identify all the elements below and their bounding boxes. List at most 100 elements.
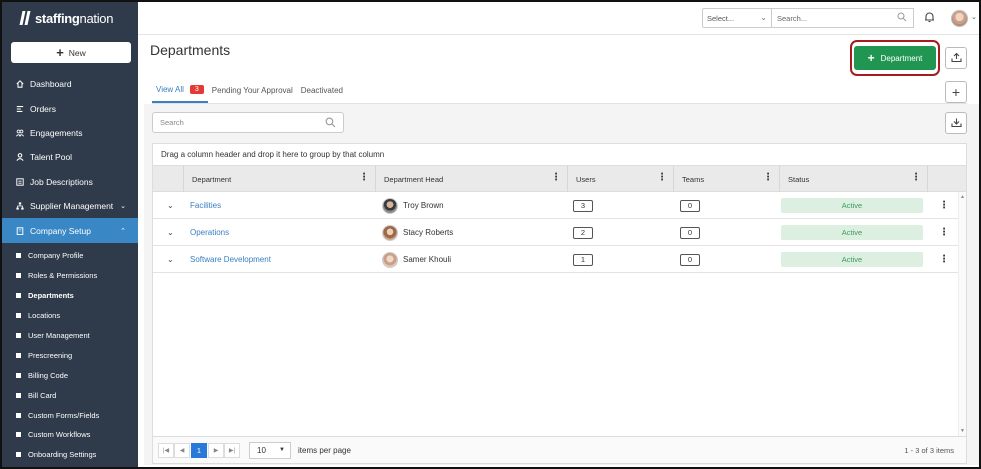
prev-page-button[interactable]: ◀ [174, 443, 190, 458]
column-header-status[interactable]: Status ⋮ [779, 166, 927, 192]
brand-logo[interactable]: staffingnation [19, 9, 114, 27]
department-link[interactable]: Operations [190, 219, 229, 246]
page-size-select[interactable]: 10 ▼ [249, 442, 291, 459]
app-window: staffingnation + New Dashboard Orders En… [0, 0, 981, 469]
chevron-down-icon[interactable]: ⌄ [971, 13, 977, 21]
sidebar-item-job-descriptions[interactable]: Job Descriptions [2, 170, 138, 194]
first-page-button[interactable]: |◀ [158, 443, 174, 458]
brand-name-light: nation [79, 10, 114, 26]
kebab-icon[interactable]: ⋮ [911, 173, 921, 183]
import-button[interactable] [945, 112, 967, 134]
scroll-up-icon[interactable]: ▲ [960, 194, 965, 200]
row-actions-kebab-icon[interactable]: ⋮ [939, 219, 949, 246]
user-avatar[interactable] [951, 10, 968, 27]
submenu-item-billing-code[interactable]: Billing Code [2, 365, 138, 385]
last-page-button[interactable]: ▶| [224, 443, 240, 458]
column-header-department[interactable]: Department ⋮ [183, 166, 375, 192]
sidebar-item-engagements[interactable]: Engagements [2, 121, 138, 145]
submenu-item-bill-card[interactable]: Bill Card [2, 385, 138, 405]
sidebar-item-label: Job Descriptions [30, 176, 93, 187]
submenu-item-label: Roles & Permissions [28, 271, 98, 281]
tab-label: View All [156, 85, 184, 94]
kebab-icon[interactable]: ⋮ [359, 173, 369, 183]
sidebar-item-supplier-management[interactable]: Supplier Management ⌄ [2, 194, 138, 218]
sidebar-item-talent-pool[interactable]: Talent Pool [2, 145, 138, 169]
avatar [382, 197, 398, 214]
chevron-up-icon: ⌃ [120, 227, 126, 235]
bullet-icon [16, 412, 21, 418]
kebab-icon[interactable]: ⋮ [551, 173, 561, 183]
submenu-item-prescreening[interactable]: Prescreening [2, 345, 138, 365]
page-number-button[interactable]: 1 [191, 443, 207, 458]
column-header-teams[interactable]: Teams ⋮ [673, 166, 779, 192]
submenu-item-user-management[interactable]: User Management [2, 326, 138, 346]
submenu-item-locations[interactable]: Locations [2, 306, 138, 326]
teams-cell: 0 [680, 192, 700, 219]
add-tab-button[interactable]: + [945, 81, 967, 103]
tab-view-all[interactable]: View All 3 [152, 78, 208, 103]
teams-count: 0 [680, 226, 700, 239]
table-row[interactable]: ⌄ Software Development Samer Khouli 1 0 … [153, 246, 958, 273]
table-row[interactable]: ⌄ Operations Stacy Roberts 2 0 Active ⋮ [153, 219, 958, 246]
expand-row-icon[interactable]: ⌄ [167, 192, 174, 219]
people-icon [16, 129, 24, 137]
export-button[interactable] [945, 47, 967, 69]
teams-count: 0 [680, 199, 700, 212]
submenu-item-label: User Management [28, 331, 90, 340]
users-count: 3 [573, 199, 593, 212]
department-link[interactable]: Facilities [190, 192, 221, 219]
sidebar-item-company-setup[interactable]: Company Setup ⌃ [2, 218, 138, 243]
building-icon [16, 226, 24, 235]
column-header-users[interactable]: Users ⋮ [567, 166, 673, 192]
bullet-icon [16, 352, 21, 358]
table-row[interactable]: ⌄ Facilities Troy Brown 3 0 Active ⋮ [153, 192, 958, 219]
grid-search-input[interactable]: Search [152, 112, 344, 133]
submenu-item-departments[interactable]: Departments [2, 286, 138, 306]
column-header-department-head[interactable]: Department Head ⋮ [375, 166, 567, 192]
submenu-item-company-profile[interactable]: Company Profile [2, 246, 138, 266]
global-search-input[interactable]: Search... [772, 8, 914, 28]
teams-cell: 0 [680, 246, 700, 273]
kebab-icon[interactable]: ⋮ [763, 173, 773, 183]
status-badge: Active [781, 198, 923, 213]
sidebar-item-dashboard[interactable]: Dashboard [2, 72, 138, 96]
submenu-item-custom-workflows[interactable]: Custom Workflows [2, 425, 138, 445]
vertical-scrollbar[interactable]: ▲ ▼ [958, 192, 966, 436]
add-department-label: Department [880, 53, 923, 63]
person-icon [16, 153, 24, 162]
submenu-item-custom-forms[interactable]: Custom Forms/Fields [2, 405, 138, 425]
plus-icon: + [56, 45, 64, 60]
teams-cell: 0 [680, 219, 700, 246]
sidebar-item-label: Company Setup [30, 225, 91, 236]
sidebar-item-orders[interactable]: Orders [2, 96, 138, 120]
add-department-button[interactable]: + Department [854, 46, 936, 70]
submenu-item-onboarding-settings[interactable]: Onboarding Settings [2, 445, 138, 465]
tab-pending-approval[interactable]: Pending Your Approval [208, 78, 297, 103]
row-actions-kebab-icon[interactable]: ⋮ [939, 192, 949, 219]
row-actions-kebab-icon[interactable]: ⋮ [939, 246, 949, 273]
pager: |◀ ◀ 1 ▶ ▶| 10 ▼ items per page 1 - 3 of… [153, 436, 966, 463]
next-page-button[interactable]: ▶ [208, 443, 224, 458]
expand-row-icon[interactable]: ⌄ [167, 246, 174, 273]
plus-icon: + [867, 51, 875, 65]
global-select[interactable]: Select... ⌄ [702, 8, 772, 28]
bullet-icon [16, 432, 21, 438]
status-cell: Active [781, 246, 923, 273]
group-drop-zone[interactable]: Drag a column header and drop it here to… [153, 144, 966, 166]
count-badge: 3 [189, 85, 204, 94]
department-link[interactable]: Software Development [190, 246, 271, 273]
users-cell: 3 [573, 192, 593, 219]
column-header-label: Department [192, 174, 232, 184]
expand-row-icon[interactable]: ⌄ [167, 219, 174, 246]
avatar [382, 251, 398, 268]
kebab-icon[interactable]: ⋮ [657, 173, 667, 183]
scroll-down-icon[interactable]: ▼ [960, 428, 965, 434]
bullet-icon [16, 253, 21, 259]
new-button[interactable]: + New [11, 42, 131, 63]
submenu-item-label: Company Profile [28, 251, 84, 261]
submenu-item-roles-permissions[interactable]: Roles & Permissions [2, 266, 138, 286]
chevron-down-icon: ⌄ [120, 203, 127, 211]
brand-name-bold: staffing [35, 10, 80, 26]
bell-icon[interactable] [924, 11, 935, 25]
tab-deactivated[interactable]: Deactivated [297, 78, 347, 103]
